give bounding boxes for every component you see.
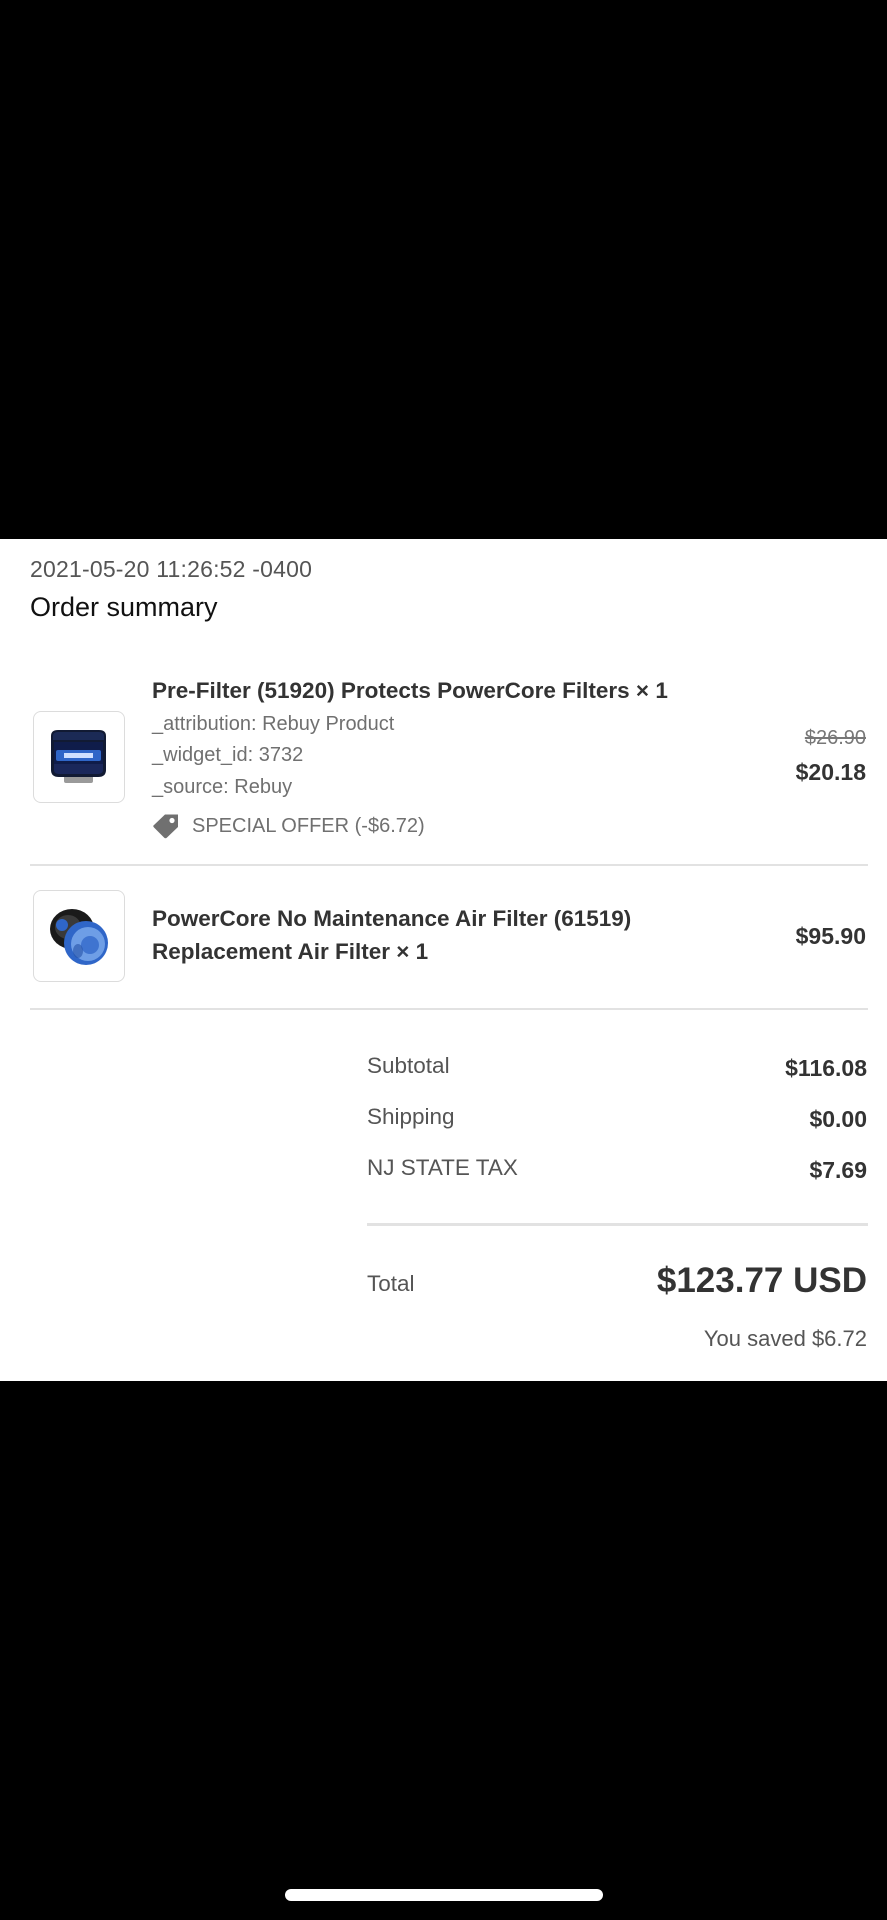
order-summary-card [0, 539, 887, 1381]
shipping-label: Shipping [367, 1104, 455, 1129]
order-summary-title: Order summary [30, 592, 218, 622]
item-price: $20.18 [795, 759, 866, 785]
item-title: Pre-Filter (51920) Protects PowerCore Fi… [152, 678, 668, 703]
total-value: $123.77 USD [656, 1261, 867, 1300]
subtotal-value: $116.08 [785, 1055, 867, 1081]
item-price: $95.90 [795, 923, 866, 949]
order-timestamp: 2021-05-20 11:26:52 -0400 [30, 556, 313, 582]
discount-label: SPECIAL OFFER (-$6.72) [192, 814, 425, 837]
subtotal-label: Subtotal [367, 1053, 450, 1078]
total-divider [367, 1223, 868, 1226]
item-property-widget-id: _widget_id: 3732 [152, 744, 304, 766]
total-label: Total [367, 1271, 415, 1296]
item-title-line-2: Replacement Air Filter × 1 [152, 939, 429, 964]
tax-label: NJ STATE TAX [367, 1155, 518, 1180]
pre-filter-icon [51, 730, 106, 783]
item-property-attribution: _attribution: Rebuy Product [152, 713, 395, 735]
air-filter-product-image[interactable] [33, 890, 125, 982]
item-divider [30, 864, 868, 866]
savings-text: You saved $6.72 [703, 1326, 867, 1351]
discount-badge: SPECIAL OFFER (-$6.72) [152, 811, 425, 841]
items-divider [30, 1008, 868, 1010]
shipping-value: $0.00 [809, 1106, 867, 1132]
home-indicator[interactable] [285, 1889, 603, 1901]
item-property-source: _source: Rebuy [152, 776, 293, 798]
screen: 2021-05-20 11:26:52 -0400 Order summary … [0, 0, 887, 1920]
air-filter-icon [50, 909, 108, 965]
pre-filter-product-image[interactable] [33, 711, 125, 803]
item-title-line-1: PowerCore No Maintenance Air Filter (615… [152, 906, 632, 931]
tax-value: $7.69 [809, 1157, 867, 1183]
item-original-price: $26.90 [804, 727, 866, 749]
tag-icon [153, 814, 178, 839]
